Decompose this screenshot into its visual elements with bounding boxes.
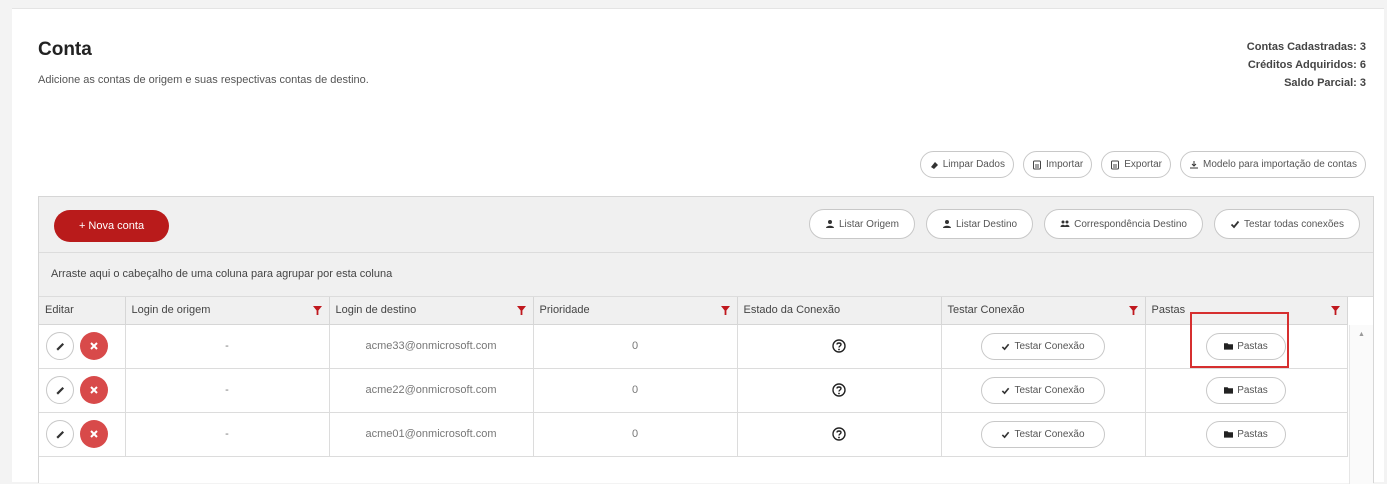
page-subtitle: Adicione as contas de origem e suas resp… [38, 74, 369, 86]
connection-status-cell [737, 368, 942, 413]
account-page: Conta Adicione as contas de origem e sua… [12, 8, 1384, 484]
filter-icon[interactable] [1128, 306, 1138, 315]
scroll-up-icon[interactable]: ▲ [1358, 331, 1365, 338]
table-header-row: Editar Login de origem Login de destino … [39, 297, 1348, 325]
document-icon [1111, 160, 1120, 169]
folder-icon [1224, 387, 1234, 394]
edit-button[interactable] [46, 332, 74, 360]
list-destination-button[interactable]: Listar Destino [925, 209, 1034, 239]
new-account-button[interactable]: + Nova conta [54, 210, 169, 242]
check-icon [1002, 343, 1010, 350]
priority-cell: 0 [533, 368, 738, 413]
connection-status-cell [737, 324, 942, 369]
filter-icon[interactable] [720, 306, 730, 315]
close-icon [90, 430, 98, 438]
table-row: - acme22@onmicrosoft.com 0 Testar Conexã… [39, 368, 1348, 413]
page-title: Conta [38, 39, 92, 60]
download-icon [1190, 160, 1199, 168]
folder-icon [1224, 431, 1234, 438]
clear-data-button[interactable]: Limpar Dados [919, 151, 1014, 178]
export-button[interactable]: Exportar [1101, 151, 1172, 178]
priority-cell: 0 [533, 412, 738, 457]
priority-cell: 0 [533, 324, 738, 369]
test-connection-cell: Testar Conexão [941, 368, 1146, 413]
edit-cell [39, 324, 126, 369]
test-connection-cell: Testar Conexão [941, 324, 1146, 369]
folders-cell: Pastas [1145, 368, 1348, 413]
question-icon [832, 383, 846, 397]
column-priority[interactable]: Prioridade [533, 297, 738, 325]
column-test-connection[interactable]: Testar Conexão [941, 297, 1146, 325]
pencil-icon [55, 430, 64, 439]
column-edit[interactable]: Editar [39, 297, 126, 325]
destination-login-cell: acme22@onmicrosoft.com [329, 368, 534, 413]
destination-login-cell: acme33@onmicrosoft.com [329, 324, 534, 369]
close-icon [90, 386, 98, 394]
destination-login-cell: acme01@onmicrosoft.com [329, 412, 534, 457]
registered-accounts: Contas Cadastradas: 3 [1246, 41, 1366, 53]
list-source-button[interactable]: Listar Origem [808, 209, 915, 239]
folders-cell: Pastas [1145, 412, 1348, 457]
partial-balance: Saldo Parcial: 3 [1284, 77, 1366, 89]
delete-button[interactable] [80, 332, 109, 360]
top-actions: Limpar Dados Importar Exportar Modelo pa… [919, 151, 1366, 178]
close-icon [90, 342, 98, 350]
eraser-icon [930, 161, 938, 169]
source-login-cell: - [125, 368, 330, 413]
question-icon [832, 427, 846, 441]
check-icon [1002, 431, 1010, 438]
accounts-grid: + Nova conta Listar Origem Listar Destin… [38, 196, 1374, 484]
document-icon [1032, 160, 1041, 169]
test-all-connections-button[interactable]: Testar todas conexões [1213, 209, 1360, 239]
pencil-icon [55, 386, 64, 395]
filter-icon[interactable] [312, 306, 322, 315]
edit-button[interactable] [46, 376, 74, 404]
toolbar-actions: Listar Origem Listar Destino Correspondê… [808, 209, 1360, 239]
table-row: - acme33@onmicrosoft.com 0 Testar Conexã… [39, 324, 1348, 369]
edit-cell [39, 368, 126, 413]
test-connection-button[interactable]: Testar Conexão [981, 420, 1105, 448]
delete-button[interactable] [80, 420, 109, 448]
table-row: - acme01@onmicrosoft.com 0 Testar Conexã… [39, 412, 1348, 457]
question-icon [832, 339, 846, 353]
column-source-login[interactable]: Login de origem [125, 297, 330, 325]
pencil-icon [55, 342, 64, 351]
grid-toolbar: + Nova conta Listar Origem Listar Destin… [39, 197, 1373, 253]
folders-button[interactable]: Pastas [1206, 420, 1286, 448]
vertical-scrollbar[interactable]: ▲ [1349, 325, 1373, 484]
filter-icon[interactable] [516, 306, 526, 315]
folders-button[interactable]: Pastas [1206, 376, 1286, 404]
column-connection-status[interactable]: Estado da Conexão [737, 297, 942, 325]
user-icon [825, 220, 834, 228]
destination-match-button[interactable]: Correspondência Destino [1044, 209, 1203, 239]
import-button[interactable]: Importar [1022, 151, 1093, 178]
test-connection-cell: Testar Conexão [941, 412, 1146, 457]
connection-status-cell [737, 412, 942, 457]
edit-cell [39, 412, 126, 457]
group-drop-zone[interactable]: Arraste aqui o cabeçalho de uma coluna p… [39, 253, 1373, 297]
check-icon [1002, 387, 1010, 394]
filter-icon[interactable] [1330, 306, 1340, 315]
user-icon [942, 220, 951, 228]
delete-button[interactable] [80, 376, 109, 404]
account-stats: Contas Cadastradas: 3 Créditos Adquirido… [1247, 38, 1366, 92]
users-icon [1060, 220, 1070, 227]
edit-button[interactable] [46, 420, 74, 448]
test-connection-button[interactable]: Testar Conexão [981, 376, 1105, 404]
check-icon [1230, 220, 1240, 229]
source-login-cell: - [125, 412, 330, 457]
accounts-table: Editar Login de origem Login de destino … [39, 297, 1348, 457]
import-template-button[interactable]: Modelo para importação de contas [1180, 151, 1366, 178]
column-destination-login[interactable]: Login de destino [329, 297, 534, 325]
source-login-cell: - [125, 324, 330, 369]
highlight-box [1190, 312, 1289, 368]
acquired-credits: Créditos Adquiridos: 6 [1247, 59, 1366, 71]
test-connection-button[interactable]: Testar Conexão [981, 332, 1105, 360]
